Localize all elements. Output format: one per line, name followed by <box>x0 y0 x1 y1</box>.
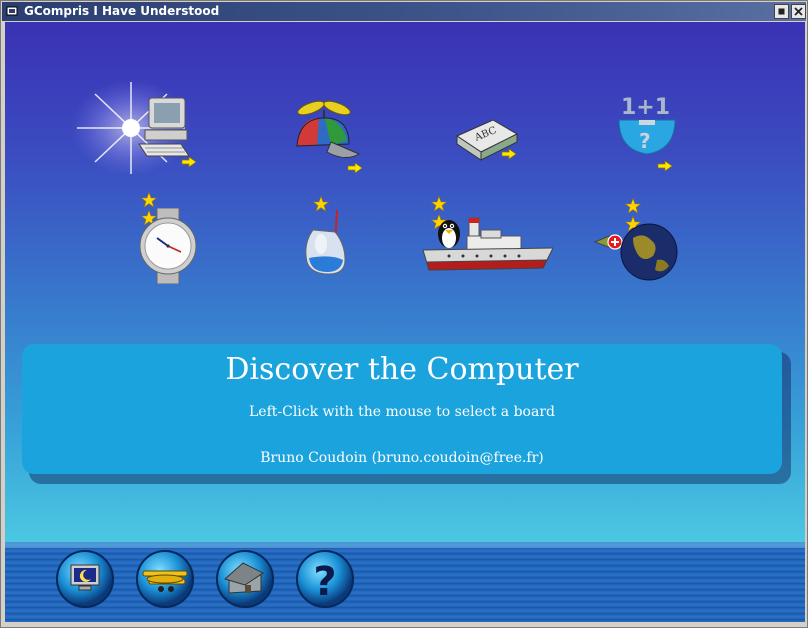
close-button[interactable] <box>791 4 806 19</box>
board-author: Bruno Coudoin (bruno.coudoin@free.fr) <box>260 450 544 466</box>
submenu-arrow-icon <box>181 156 197 168</box>
tux-ship-icon <box>422 217 553 271</box>
help-button[interactable]: ? <box>295 549 355 609</box>
app-window: GCompris I Have Understood ABC 1+1 ? Dis… <box>0 0 808 628</box>
gcompris-app-icon[interactable] <box>6 5 18 17</box>
title-bar[interactable]: GCompris I Have Understood <box>2 2 806 21</box>
monitor-moon-icon <box>56 550 114 608</box>
globe-icon <box>593 223 678 281</box>
math-1plus1-icon: 1+1 ? <box>618 95 676 155</box>
maximize-button[interactable] <box>774 4 789 19</box>
math-board[interactable]: 1+1 ? <box>615 92 679 172</box>
close-icon <box>794 7 803 16</box>
watch-icon <box>139 208 197 284</box>
window-title: GCompris I Have Understood <box>24 4 220 18</box>
board-instruction: Left-Click with the mouse to select a bo… <box>249 404 555 420</box>
reading-board[interactable]: ABC <box>453 96 519 166</box>
star-icon <box>141 192 157 208</box>
airplane-icon <box>136 550 194 608</box>
star-icon <box>431 196 447 212</box>
info-panel: Discover the Computer Left-Click with th… <box>22 344 782 474</box>
board-title: Discover the Computer <box>225 352 579 387</box>
about-button[interactable] <box>135 549 195 609</box>
puzzle-board[interactable] <box>291 96 363 176</box>
home-button[interactable] <box>215 549 275 609</box>
submenu-arrow-icon <box>501 148 517 160</box>
gcompris-stage: ABC 1+1 ? Discover the Computer Left-Cli… <box>5 22 805 622</box>
computer-board[interactable] <box>135 94 197 174</box>
submenu-arrow-icon <box>657 160 673 172</box>
svg-text:?: ? <box>639 129 651 153</box>
flask-icon <box>305 210 346 275</box>
house-icon <box>216 550 274 608</box>
maximize-icon <box>778 8 785 15</box>
control-bar-shine <box>5 542 805 548</box>
svg-text:?: ? <box>313 559 336 605</box>
question-mark-icon: ? <box>296 550 354 608</box>
svg-text:1+1: 1+1 <box>621 95 670 120</box>
config-button[interactable] <box>55 549 115 609</box>
control-bar <box>5 542 805 622</box>
submenu-arrow-icon <box>347 162 363 174</box>
